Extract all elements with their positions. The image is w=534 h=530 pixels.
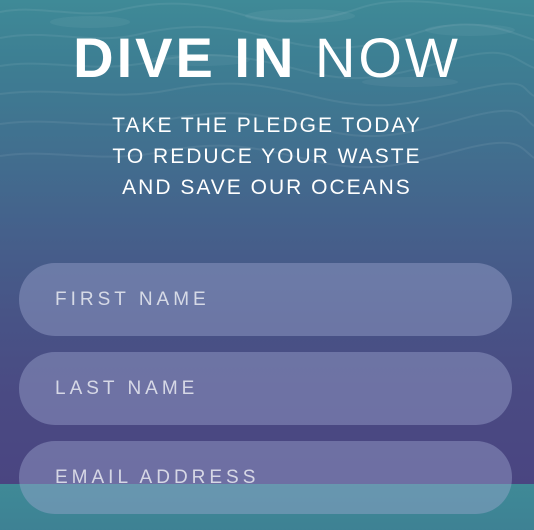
subhead-line: TAKE THE PLEDGE TODAY bbox=[112, 114, 422, 137]
first-name-field[interactable] bbox=[19, 263, 512, 336]
pledge-subheading: TAKE THE PLEDGE TODAY TO REDUCE YOUR WAS… bbox=[0, 110, 534, 203]
headline-light: NOW bbox=[314, 26, 461, 89]
page-headline: DIVE IN NOW bbox=[0, 26, 534, 90]
pledge-form bbox=[19, 263, 512, 530]
subhead-line: AND SAVE OUR OCEANS bbox=[122, 176, 412, 199]
last-name-field[interactable] bbox=[19, 352, 512, 425]
headline-bold: DIVE IN bbox=[73, 26, 297, 89]
subhead-line: TO REDUCE YOUR WASTE bbox=[112, 145, 422, 168]
email-field[interactable] bbox=[19, 441, 512, 514]
